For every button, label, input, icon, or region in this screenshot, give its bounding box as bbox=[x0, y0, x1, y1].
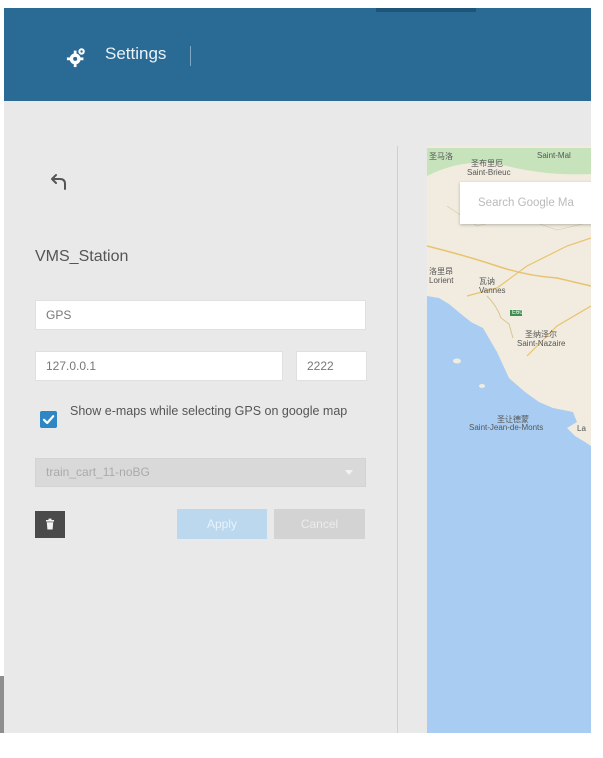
main-content: VMS_Station GPS 127.0.0.1 2222 Show e-ma… bbox=[4, 101, 591, 733]
map-road-label: E60 bbox=[512, 310, 523, 316]
map-label-la: La bbox=[577, 424, 586, 433]
trash-icon bbox=[46, 518, 54, 530]
map-label-lorient: Lorient bbox=[429, 276, 454, 285]
cancel-button[interactable]: Cancel bbox=[274, 509, 365, 539]
app-header: Settings bbox=[4, 8, 591, 101]
station-name: VMS_Station bbox=[35, 248, 129, 265]
map-label-saint-brieuc: Saint-Brieuc bbox=[467, 168, 511, 177]
ip-address-field[interactable]: 127.0.0.1 bbox=[35, 351, 283, 381]
map-label-saint-malo-cn: 圣马洛 bbox=[429, 152, 453, 161]
bottom-margin bbox=[0, 733, 603, 758]
map-tiles bbox=[427, 146, 591, 733]
google-map[interactable]: 圣马洛 圣布里厄 Saint-Mal Saint-Brieuc Search G… bbox=[427, 146, 591, 733]
apply-button[interactable]: Apply bbox=[177, 509, 267, 539]
delete-button[interactable] bbox=[35, 511, 65, 538]
port-field[interactable]: 2222 bbox=[296, 351, 367, 381]
map-label-saint-jean: Saint-Jean-de-Monts bbox=[469, 423, 544, 432]
gps-name-field[interactable]: GPS bbox=[35, 300, 366, 330]
header-tab-indicator bbox=[376, 8, 476, 12]
settings-title[interactable]: Settings bbox=[105, 44, 166, 64]
show-emaps-label: Show e-maps while selecting GPS on googl… bbox=[70, 404, 348, 418]
map-label-vannes: Vannes bbox=[479, 286, 506, 295]
emap-select[interactable]: train_cart_11-noBG bbox=[35, 458, 366, 487]
gear-icon[interactable] bbox=[66, 46, 88, 68]
back-arrow-icon[interactable] bbox=[51, 171, 69, 191]
map-label-saint-malo: Saint-Mal bbox=[537, 151, 571, 160]
map-label-saint-nazaire: Saint-Nazaire bbox=[517, 339, 566, 348]
emap-select-value: train_cart_11-noBG bbox=[46, 465, 150, 479]
chevron-down-icon bbox=[345, 470, 353, 475]
panel-divider bbox=[397, 146, 398, 733]
show-emaps-checkbox[interactable] bbox=[40, 411, 57, 428]
map-search-input[interactable]: Search Google Ma bbox=[460, 182, 591, 224]
header-divider bbox=[190, 46, 191, 66]
